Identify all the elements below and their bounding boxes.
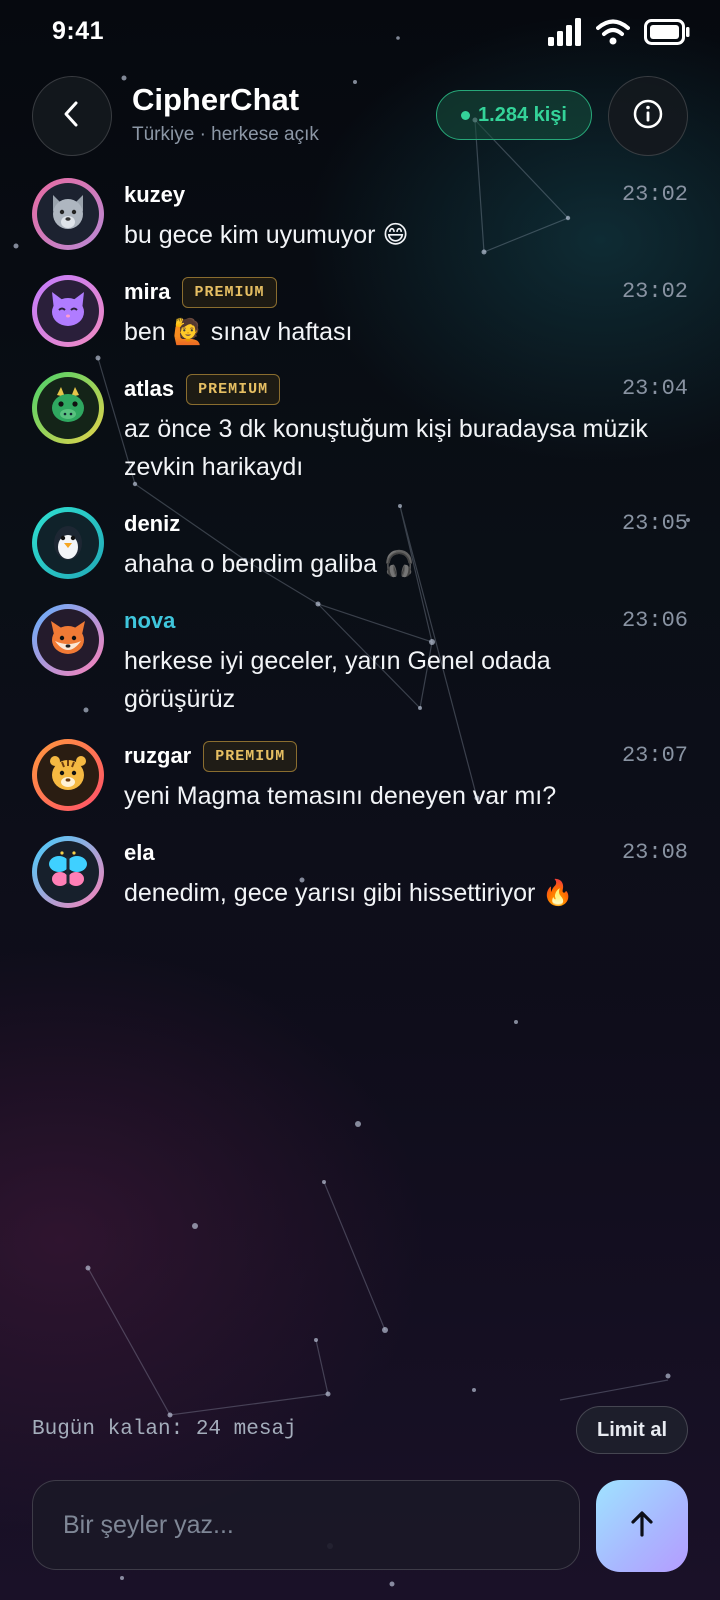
message-time: 23:08	[621, 840, 688, 865]
message-header: ruzgar PREMIUM	[124, 739, 298, 773]
avatar[interactable]	[32, 507, 104, 579]
message-time: 23:04	[621, 376, 688, 401]
dragon-icon	[45, 383, 91, 434]
avatar[interactable]	[32, 604, 104, 676]
username[interactable]: atlas	[124, 376, 174, 402]
username[interactable]: ruzgar	[124, 743, 191, 769]
message-text: yeni Magma temasını deneyen var mı?	[124, 782, 557, 810]
message-item[interactable]: nova 23:06 herkese iyi geceler, yarın Ge…	[0, 602, 720, 737]
message-item[interactable]: atlas PREMIUM 23:04 az önce 3 dk konuştu…	[0, 370, 720, 505]
message-time: 23:07	[621, 743, 688, 768]
chevron-left-icon	[60, 99, 84, 134]
wolf-icon	[45, 189, 91, 240]
message-header: deniz	[124, 507, 180, 541]
wifi-icon	[596, 19, 630, 50]
message-item[interactable]: deniz 23:05 ahaha o bendim galiba 🎧	[0, 505, 720, 602]
premium-badge: PREMIUM	[203, 740, 298, 772]
butterfly-icon	[45, 847, 91, 898]
status-icons	[548, 18, 690, 51]
username[interactable]: mira	[124, 279, 170, 305]
info-icon	[632, 98, 664, 135]
message-time: 23:06	[621, 608, 688, 633]
message-time: 23:02	[621, 279, 688, 304]
message-item[interactable]: kuzey 23:02 bu gece kim uyumuyor 😄	[0, 176, 720, 273]
online-count: 1.284 kişi	[478, 103, 567, 126]
info-button[interactable]	[608, 76, 688, 156]
message-item[interactable]: ruzgar PREMIUM 23:07 yeni Magma temasını…	[0, 737, 720, 834]
avatar[interactable]	[32, 739, 104, 811]
message-input[interactable]	[33, 1481, 579, 1569]
message-item[interactable]: ela 23:08 denedim, gece yarısı gibi hiss…	[0, 834, 720, 931]
room-title: CipherChat	[132, 82, 300, 117]
message-text: bu gece kim uyumuyor 😄	[124, 221, 409, 249]
tiger-icon	[45, 750, 91, 801]
avatar[interactable]	[32, 372, 104, 444]
fox-icon	[45, 615, 91, 666]
username[interactable]: deniz	[124, 511, 180, 537]
message-list: kuzey 23:02 bu gece kim uyumuyor 😄 mira	[0, 176, 720, 931]
avatar[interactable]	[32, 178, 104, 250]
message-item[interactable]: mira PREMIUM 23:02 ben 🙋 sınav haftası	[0, 273, 720, 370]
back-button[interactable]	[32, 76, 112, 156]
message-time: 23:05	[621, 511, 688, 536]
message-header: atlas PREMIUM	[124, 372, 281, 406]
penguin-icon	[45, 518, 91, 569]
message-header: ela	[124, 836, 155, 870]
premium-badge: PREMIUM	[186, 373, 281, 405]
message-text: az önce 3 dk konuştuğum kişi buradaysa m…	[124, 415, 648, 481]
status-time: 9:41	[52, 17, 105, 45]
username[interactable]: kuzey	[124, 182, 185, 208]
get-limit-button[interactable]: Limit al	[576, 1406, 688, 1454]
username[interactable]: ela	[124, 840, 155, 866]
message-header: nova	[124, 604, 175, 638]
battery-icon	[644, 19, 690, 50]
message-text: ben 🙋 sınav haftası	[124, 318, 353, 346]
message-header: kuzey	[124, 178, 185, 212]
avatar[interactable]	[32, 275, 104, 347]
chat-header: CipherChat Türkiye · herkese açık 1.284 …	[0, 74, 720, 156]
cat-icon	[45, 286, 91, 337]
message-text: denedim, gece yarısı gibi hissettiriyor …	[124, 879, 574, 907]
premium-badge: PREMIUM	[182, 276, 277, 308]
online-count-badge[interactable]: 1.284 kişi	[436, 90, 592, 140]
room-subtitle: Türkiye · herkese açık	[132, 124, 319, 145]
message-text: herkese iyi geceler, yarın Genel odada g…	[124, 647, 551, 713]
signal-icon	[548, 18, 582, 51]
message-header: mira PREMIUM	[124, 275, 277, 309]
avatar[interactable]	[32, 836, 104, 908]
daily-limit-text: Bugün kalan: 24 mesaj	[32, 1418, 297, 1441]
message-time: 23:02	[621, 182, 688, 207]
message-text: ahaha o bendim galiba 🎧	[124, 550, 416, 578]
username[interactable]: nova	[124, 608, 175, 634]
message-composer	[32, 1480, 580, 1570]
send-button[interactable]	[596, 1480, 688, 1572]
arrow-up-icon	[627, 1509, 657, 1544]
online-dot-icon	[461, 110, 471, 120]
status-bar: 9:41	[0, 0, 720, 64]
